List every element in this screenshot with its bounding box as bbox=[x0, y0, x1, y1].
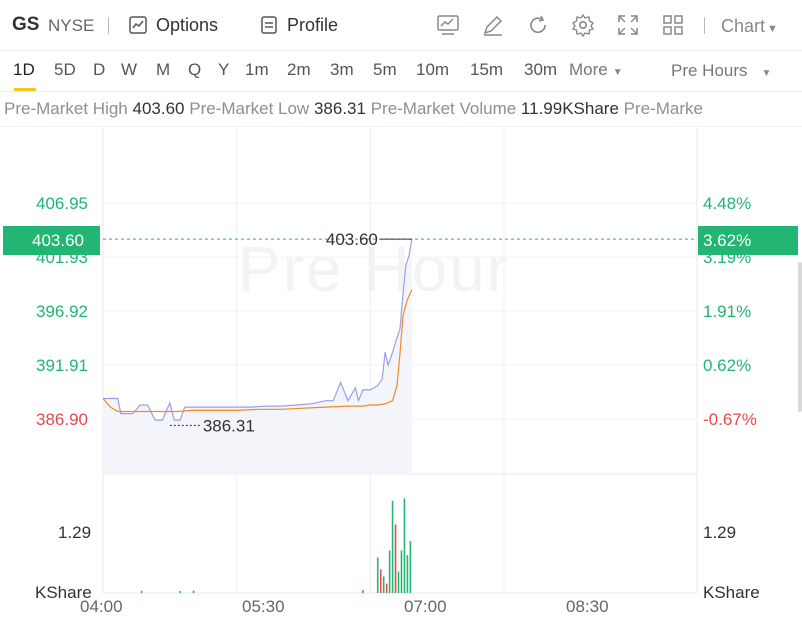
volume-bar bbox=[179, 591, 182, 593]
period-5m[interactable]: 5m bbox=[373, 60, 397, 80]
pm-volume-value: 11.99KShare bbox=[520, 99, 619, 118]
pen-draw-icon[interactable] bbox=[481, 13, 505, 37]
volume-bar bbox=[397, 571, 400, 593]
volume-tick-left: 1.29 bbox=[58, 523, 92, 542]
period-30m[interactable]: 30m bbox=[524, 60, 557, 80]
vertical-scrollbar[interactable] bbox=[798, 262, 802, 412]
volume-bar bbox=[391, 500, 394, 593]
options-chart-icon bbox=[129, 16, 147, 34]
time-tick-3: 07:00 bbox=[404, 597, 447, 616]
current-price-tag: 403.60 bbox=[3, 226, 100, 255]
caret-down-icon: ▼ bbox=[761, 68, 772, 79]
document-icon bbox=[261, 16, 277, 34]
volume-bar bbox=[382, 576, 385, 593]
period-m[interactable]: M bbox=[156, 60, 170, 80]
gear-icon[interactable] bbox=[571, 13, 595, 37]
period-w[interactable]: W bbox=[121, 60, 137, 80]
volume-bar bbox=[406, 555, 409, 593]
profile-button[interactable]: Profile bbox=[259, 12, 338, 38]
toolbar-divider bbox=[108, 17, 109, 34]
volume-bar bbox=[400, 550, 403, 593]
percent-tick-3: 1.91% bbox=[703, 302, 752, 321]
time-tick-2: 05:30 bbox=[242, 597, 285, 616]
chart-type-dropdown[interactable]: Chart ▼ bbox=[721, 16, 778, 37]
caret-down-icon: ▼ bbox=[612, 67, 623, 78]
percent-tick-4: 0.62% bbox=[703, 356, 752, 375]
more-label: More bbox=[569, 60, 608, 79]
volume-bar bbox=[192, 590, 195, 593]
chart-type-label: Chart bbox=[721, 16, 766, 36]
pm-high-value: 403.60 bbox=[132, 99, 185, 118]
period-1m[interactable]: 1m bbox=[245, 60, 269, 80]
volume-bar bbox=[409, 540, 412, 593]
current-percent-tag: 3.62% bbox=[698, 226, 798, 255]
chart-watermark: Pre Hour bbox=[238, 233, 511, 305]
period-d[interactable]: D bbox=[93, 60, 105, 80]
pm-high-label: Pre-Market High bbox=[4, 99, 128, 118]
volume-bar bbox=[362, 590, 364, 593]
chart-toolbar: GS NYSE Options Profile Chart ▼ bbox=[0, 0, 802, 51]
volume-unit-right: KShare bbox=[703, 583, 760, 602]
period-10m[interactable]: 10m bbox=[416, 60, 449, 80]
profile-label: Profile bbox=[287, 14, 339, 35]
volume-bar bbox=[140, 590, 143, 593]
pm-volume-label: Pre-Market Volume bbox=[370, 99, 517, 118]
session-dropdown[interactable]: Pre Hours ▼ bbox=[671, 61, 771, 81]
price-tick-3: 396.92 bbox=[36, 302, 88, 321]
period-1d[interactable]: 1D bbox=[13, 60, 35, 80]
volume-bar bbox=[388, 550, 391, 593]
period-y[interactable]: Y bbox=[218, 60, 229, 80]
period-bar: 1D 5D D W M Q Y 1m 2m 3m 5m 10m 15m 30m … bbox=[0, 52, 802, 91]
stock-symbol: GS bbox=[12, 14, 40, 35]
volume-tick-right: 1.29 bbox=[703, 523, 737, 542]
percent-tick-1: 4.48% bbox=[703, 194, 752, 213]
percent-tick-5: -0.67% bbox=[703, 410, 757, 429]
options-label: Options bbox=[156, 14, 219, 35]
pm-low-label: Pre-Market Low bbox=[189, 99, 310, 118]
refresh-icon[interactable] bbox=[526, 13, 550, 37]
price-tick-5: 386.90 bbox=[36, 410, 88, 429]
fullscreen-icon[interactable] bbox=[616, 13, 640, 37]
volume-bar bbox=[379, 569, 382, 593]
time-tick-4: 08:30 bbox=[566, 597, 609, 616]
pm-low-value: 386.31 bbox=[313, 99, 366, 118]
session-label: Pre Hours bbox=[671, 61, 748, 80]
price-tick-1: 406.95 bbox=[36, 194, 88, 213]
period-5d[interactable]: 5D bbox=[54, 60, 76, 80]
premarket-stats: Pre-Market High 403.60 Pre-Market Low 38… bbox=[4, 99, 802, 119]
more-periods-dropdown[interactable]: More ▼ bbox=[569, 60, 623, 80]
period-15m[interactable]: 15m bbox=[470, 60, 503, 80]
price-chart: 403.60386.31 bbox=[102, 128, 698, 594]
volume-bar bbox=[376, 557, 379, 593]
exchange-label: NYSE bbox=[48, 16, 95, 35]
volume-bar bbox=[403, 498, 406, 593]
period-2m[interactable]: 2m bbox=[287, 60, 311, 80]
time-tick-1: 04:00 bbox=[80, 597, 123, 616]
low-marker-label: 386.31 bbox=[203, 416, 255, 435]
chart-screen-icon[interactable] bbox=[436, 13, 460, 37]
price-tick-4: 391.91 bbox=[36, 356, 88, 375]
volume-bar bbox=[394, 524, 397, 593]
pm-trailing-label: Pre-Marke bbox=[623, 99, 703, 118]
average-price-line bbox=[102, 289, 413, 413]
stats-divider bbox=[0, 126, 802, 127]
options-button[interactable]: Options bbox=[128, 12, 218, 38]
period-q[interactable]: Q bbox=[188, 60, 201, 80]
caret-down-icon: ▼ bbox=[767, 23, 778, 35]
toolbar-divider-2 bbox=[704, 17, 705, 34]
volume-bar bbox=[385, 583, 388, 593]
period-3m[interactable]: 3m bbox=[330, 60, 354, 80]
grid-layout-icon[interactable] bbox=[661, 13, 685, 37]
period-divider bbox=[0, 91, 802, 92]
